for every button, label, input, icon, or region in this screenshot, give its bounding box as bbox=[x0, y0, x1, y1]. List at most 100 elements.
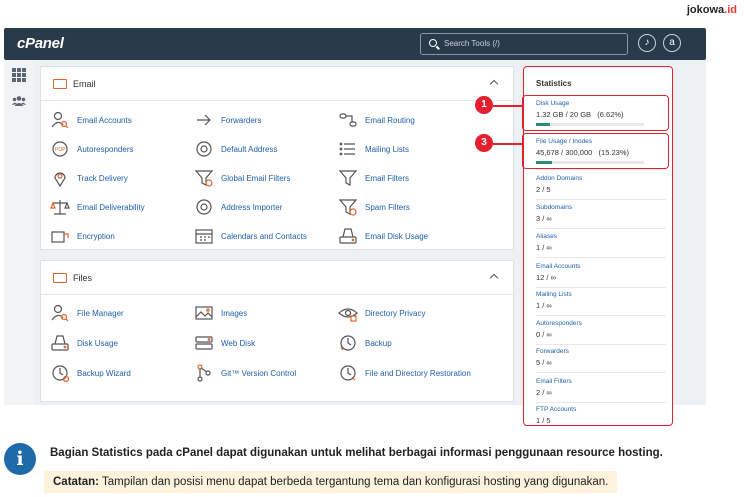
stat-name[interactable]: Aliases bbox=[536, 233, 666, 240]
image-icon bbox=[193, 302, 215, 324]
envelope-icon bbox=[53, 79, 67, 89]
tool-calendars-and-contacts[interactable]: Calendars and Contacts bbox=[193, 225, 307, 247]
tool-label: Mailing Lists bbox=[365, 144, 410, 154]
tool-file-manager[interactable]: File Manager bbox=[49, 302, 124, 324]
stat-value: 2 / ∞ bbox=[536, 388, 552, 397]
calendar-icon bbox=[193, 225, 215, 247]
tool-images[interactable]: Images bbox=[193, 302, 247, 324]
stat-autoresponders[interactable]: Autoresponders 0 / ∞ bbox=[536, 320, 666, 345]
global-filter-icon bbox=[193, 167, 215, 189]
stat-aliases[interactable]: Aliases 1 / ∞ bbox=[536, 233, 666, 258]
stat-name[interactable]: Email Filters bbox=[536, 378, 666, 385]
tool-track-delivery[interactable]: Track Delivery bbox=[49, 167, 128, 189]
stat-ftp-accounts[interactable]: FTP Accounts 1 / 5 bbox=[536, 406, 666, 430]
stat-email-accounts[interactable]: Email Accounts 12 / ∞ bbox=[536, 263, 666, 288]
tool-mailing-lists[interactable]: Mailing Lists bbox=[337, 138, 409, 160]
at-icon bbox=[193, 196, 215, 218]
tool-file-and-directory-restoration[interactable]: File and Directory Restoration bbox=[337, 362, 471, 384]
tool-backup[interactable]: Backup bbox=[337, 332, 392, 354]
stat-email-filters[interactable]: Email Filters 2 / ∞ bbox=[536, 378, 666, 403]
stat-value: 5 / ∞ bbox=[536, 358, 552, 367]
stat-value: 2 / 5 bbox=[536, 185, 551, 194]
stat-mailing-lists[interactable]: Mailing Lists 1 / ∞ bbox=[536, 291, 666, 316]
info-text: Bagian Statistics pada cPanel dapat digu… bbox=[50, 447, 663, 459]
tool-label: Email Routing bbox=[365, 115, 415, 125]
tool-global-email-filters[interactable]: Global Email Filters bbox=[193, 167, 290, 189]
at-icon bbox=[193, 138, 215, 160]
tool-spam-filters[interactable]: Spam Filters bbox=[337, 196, 410, 218]
stat-name[interactable]: Subdomains bbox=[536, 204, 666, 211]
tool-label: Images bbox=[221, 308, 248, 318]
routing-icon bbox=[337, 109, 359, 131]
note-label: Catatan: bbox=[53, 476, 100, 488]
tool-backup-wizard[interactable]: Backup Wizard bbox=[49, 362, 131, 384]
statistics-title: Statistics bbox=[536, 79, 572, 88]
file-usage-highlight bbox=[522, 133, 669, 169]
tool-label: Email Deliverability bbox=[77, 202, 145, 212]
apps-grid-icon[interactable] bbox=[12, 68, 26, 82]
user-icon[interactable]: a bbox=[663, 34, 681, 52]
stat-value: 3 / ∞ bbox=[536, 214, 552, 223]
tool-label: Email Disk Usage bbox=[365, 231, 429, 241]
users-icon[interactable] bbox=[12, 94, 26, 108]
tool-label: Address Importer bbox=[221, 202, 283, 212]
tool-git-version-control[interactable]: Git™ Version Control bbox=[193, 362, 296, 384]
tool-email-filters[interactable]: Email Filters bbox=[337, 167, 409, 189]
folder-icon bbox=[53, 273, 67, 283]
tool-label: Track Delivery bbox=[77, 173, 128, 183]
tool-email-disk-usage[interactable]: Email Disk Usage bbox=[337, 225, 428, 247]
annotation-arrow-1 bbox=[493, 105, 522, 107]
tool-email-accounts[interactable]: Email Accounts bbox=[49, 109, 132, 131]
stat-name[interactable]: Addon Domains bbox=[536, 175, 666, 182]
cpanel-logo[interactable]: cPanel bbox=[17, 35, 64, 52]
user-search-icon bbox=[49, 302, 71, 324]
tool-label: Autoresponders bbox=[77, 144, 134, 154]
tool-autoresponders[interactable]: POP Autoresponders bbox=[49, 138, 133, 160]
scale-icon bbox=[49, 196, 71, 218]
spam-filter-icon bbox=[337, 196, 359, 218]
email-panel-header[interactable]: Email bbox=[41, 67, 513, 101]
stat-name[interactable]: Autoresponders bbox=[536, 320, 666, 327]
chevron-up-icon[interactable] bbox=[489, 79, 499, 89]
tool-label: Backup Wizard bbox=[77, 368, 131, 378]
user-search-icon bbox=[49, 109, 71, 131]
tool-disk-usage[interactable]: Disk Usage bbox=[49, 332, 118, 354]
files-panel-header[interactable]: Files bbox=[41, 261, 513, 295]
git-icon bbox=[193, 362, 215, 384]
files-panel: Files File Manager Images Directory Privac… bbox=[40, 260, 514, 402]
tool-address-importer[interactable]: Address Importer bbox=[193, 196, 282, 218]
stat-value: 1 / 5 bbox=[536, 416, 551, 425]
bell-icon[interactable]: ♪ bbox=[638, 34, 656, 52]
tool-web-disk[interactable]: Web Disk bbox=[193, 332, 255, 354]
top-bar: cPanel Search Tools (/) ♪ a bbox=[4, 28, 706, 60]
tool-label: Default Address bbox=[221, 144, 278, 154]
stat-name[interactable]: Forwarders bbox=[536, 348, 666, 355]
tool-label: Global Email Filters bbox=[221, 173, 291, 183]
stat-name[interactable]: Email Accounts bbox=[536, 263, 666, 270]
tool-label: Forwarders bbox=[221, 115, 262, 125]
stat-subdomains[interactable]: Subdomains 3 / ∞ bbox=[536, 204, 666, 229]
stat-forwarders[interactable]: Forwarders 5 / ∞ bbox=[536, 348, 666, 373]
note-box: Catatan: Tampilan dan posisi menu dapat … bbox=[44, 471, 618, 493]
tool-label: Directory Privacy bbox=[365, 308, 426, 318]
search-tools-input[interactable]: Search Tools (/) bbox=[420, 33, 628, 55]
brand-logo: jokowa.id bbox=[686, 4, 737, 16]
stat-name[interactable]: Mailing Lists bbox=[536, 291, 666, 298]
sidebar bbox=[4, 60, 34, 405]
tool-encryption[interactable]: Encryption bbox=[49, 225, 115, 247]
tool-forwarders[interactable]: Forwarders bbox=[193, 109, 261, 131]
tool-directory-privacy[interactable]: Directory Privacy bbox=[337, 302, 425, 324]
search-icon bbox=[429, 39, 437, 47]
filter-icon bbox=[337, 167, 359, 189]
disk-icon bbox=[337, 225, 359, 247]
stat-name[interactable]: FTP Accounts bbox=[536, 406, 666, 413]
stat-addon-domains[interactable]: Addon Domains 2 / 5 bbox=[536, 175, 666, 200]
tool-email-deliverability[interactable]: Email Deliverability bbox=[49, 196, 145, 218]
tool-default-address[interactable]: Default Address bbox=[193, 138, 277, 160]
tool-email-routing[interactable]: Email Routing bbox=[337, 109, 415, 131]
chevron-up-icon[interactable] bbox=[489, 273, 499, 283]
stat-value: 0 / ∞ bbox=[536, 330, 552, 339]
tool-label: Disk Usage bbox=[77, 338, 118, 348]
tool-label: Calendars and Contacts bbox=[221, 231, 307, 241]
tool-label: Email Accounts bbox=[77, 115, 132, 125]
